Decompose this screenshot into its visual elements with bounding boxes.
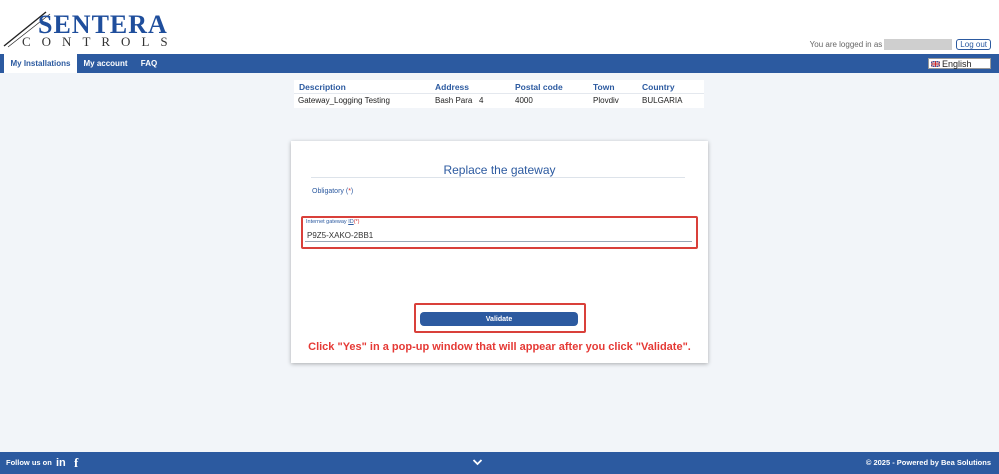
page-footer: Follow us on in f © 2025 - Powered by Be… [0, 452, 999, 474]
facebook-icon[interactable]: f [74, 456, 78, 469]
cell-address: Bash Para 4 [435, 96, 484, 105]
copyright-text: © 2025 - Powered by Bea Solutions [865, 458, 991, 467]
tab-my-installations[interactable]: My Installations [4, 54, 77, 73]
table-row[interactable]: Gateway_Logging Testing Bash Para 4 4000… [294, 94, 704, 108]
installations-table: Description Address Postal code Town Cou… [294, 80, 704, 108]
gateway-id-label: Internet gateway ID(*) [306, 219, 360, 225]
col-postal-code: Postal code [515, 82, 563, 92]
follow-us-label: Follow us on [6, 458, 52, 467]
col-address: Address [435, 82, 470, 92]
cell-postal-code: 4000 [515, 96, 533, 105]
replace-gateway-card: Replace the gateway Obligatory (*) Inter… [291, 141, 708, 363]
col-country: Country [642, 82, 675, 92]
form-title: Replace the gateway [443, 163, 556, 177]
tab-my-account[interactable]: My account [79, 54, 132, 73]
main-nav: My Installations My account FAQ [0, 54, 999, 73]
col-description: Description [299, 82, 346, 92]
gateway-id-input[interactable] [305, 230, 692, 242]
cell-description: Gateway_Logging Testing [298, 96, 390, 105]
title-divider [311, 177, 685, 178]
sentera-logo[interactable]: SENTERA CONTROLS [2, 6, 168, 48]
col-town: Town [593, 82, 615, 92]
instruction-annotation: Click "Yes" in a pop-up window that will… [308, 341, 691, 353]
uk-flag-icon [931, 60, 940, 67]
obligatory-text: Obligatory ( [312, 188, 349, 195]
gateway-label-text: Internet gateway [306, 219, 349, 225]
login-info: You are logged in as Log out [810, 38, 991, 50]
login-text: You are logged in as [809, 39, 883, 49]
language-select[interactable]: English [928, 58, 991, 69]
chevron-down-icon[interactable] [472, 457, 483, 467]
obligatory-close: ) [350, 188, 354, 195]
logo-tagline: CONTROLS [22, 34, 179, 49]
language-label: English [942, 58, 972, 69]
page-header: SENTERA CONTROLS You are logged in as Lo… [0, 0, 999, 54]
table-header-row: Description Address Postal code Town Cou… [294, 80, 704, 94]
username-redacted [884, 38, 953, 50]
linkedin-icon[interactable]: in [56, 457, 66, 469]
tab-faq[interactable]: FAQ [135, 54, 163, 73]
validate-button[interactable]: Validate [420, 312, 578, 326]
gateway-label-required: (*) [353, 219, 360, 225]
cell-country: BULGARIA [642, 96, 683, 105]
obligatory-note: Obligatory (*) [312, 188, 353, 195]
cell-town: Plovdiv [593, 96, 619, 105]
logout-button[interactable]: Log out [956, 38, 991, 50]
